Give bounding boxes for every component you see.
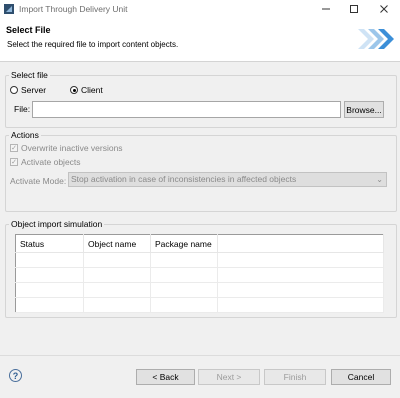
page-description: Select the required file to import conte… [7,40,179,49]
maximize-icon[interactable] [340,0,368,18]
client-radio[interactable]: Client [70,85,103,95]
window-title-bar: Import Through Delivery Unit [0,0,400,19]
server-radio[interactable]: Server [10,85,46,95]
window-title: Import Through Delivery Unit [19,4,128,14]
overwrite-inactive-checkbox[interactable]: ✓ Overwrite inactive versions [10,143,123,153]
server-radio-label: Server [21,85,47,95]
column-object-name[interactable]: Object name [83,234,151,253]
back-button[interactable]: < Back [136,369,195,385]
activate-mode-value: Stop activation in case of inconsistenci… [71,174,297,184]
file-path-input[interactable] [32,101,341,118]
actions-legend: Actions [11,130,39,140]
footer-divider [0,355,400,356]
select-file-legend: Select file [11,70,48,80]
help-icon[interactable]: ? [9,369,22,382]
app-icon [4,4,14,14]
activate-mode-label: Activate Mode: [10,176,67,186]
activate-mode-dropdown[interactable]: Stop activation in case of inconsistenci… [68,172,387,187]
finish-button[interactable]: Finish [264,369,326,385]
minimize-icon[interactable] [312,0,340,18]
double-chevron-icon [358,29,394,49]
overwrite-label: Overwrite inactive versions [21,143,123,153]
table-row[interactable] [15,252,384,268]
overwrite-check-icon[interactable]: ✓ [10,144,18,152]
table-row[interactable] [15,297,384,313]
column-extra [217,234,384,253]
table-row[interactable] [15,282,384,298]
cancel-button[interactable]: Cancel [331,369,391,385]
table-header-row: Status Object name Package name [15,234,384,253]
page-title: Select File [6,25,51,35]
activate-label: Activate objects [21,157,81,167]
table-row[interactable] [15,267,384,283]
activate-objects-checkbox[interactable]: ✓ Activate objects [10,157,81,167]
activate-check-icon[interactable]: ✓ [10,158,18,166]
browse-button[interactable]: Browse... [344,101,384,118]
simulation-table: Status Object name Package name [15,234,384,313]
simulation-legend: Object import simulation [11,219,103,229]
server-radio-indicator[interactable] [10,86,18,94]
wizard-header: Select File Select the required file to … [0,18,400,62]
client-radio-indicator[interactable] [70,86,78,94]
column-status[interactable]: Status [15,234,84,253]
client-radio-label: Client [81,85,103,95]
file-label: File: [14,104,31,114]
select-file-group: Select file [5,70,397,128]
chevron-down-icon: ⌄ [376,175,383,184]
next-button[interactable]: Next > [198,369,260,385]
column-package-name[interactable]: Package name [150,234,218,253]
close-icon[interactable] [370,0,398,18]
